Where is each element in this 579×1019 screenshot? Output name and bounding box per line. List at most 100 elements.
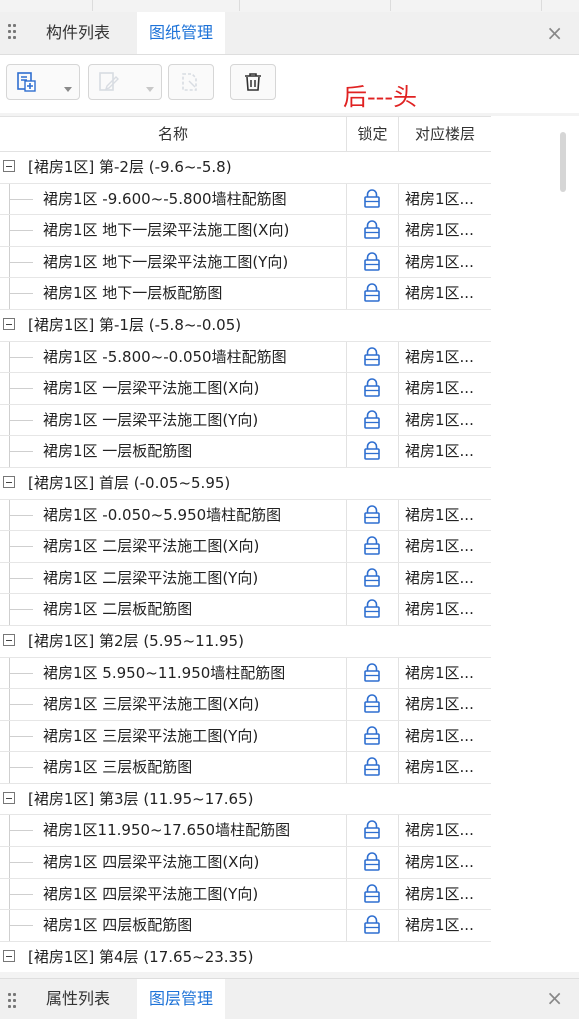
floor-cell[interactable]: 裙房1区... <box>405 531 474 561</box>
floor-cell[interactable]: 裙房1区... <box>405 689 474 719</box>
floor-cell[interactable]: 裙房1区... <box>405 405 474 435</box>
floor-cell[interactable]: 裙房1区... <box>405 847 474 877</box>
lock-icon[interactable] <box>346 247 398 277</box>
drawing-name: 裙房1区 三层梁平法施工图(Y向) <box>43 726 259 745</box>
floor-cell[interactable]: 裙房1区... <box>405 247 474 277</box>
table-header: 名称 锁定 对应楼层 <box>0 116 491 152</box>
group-row[interactable]: [裙房1区] 第2层 (5.95~11.95) <box>0 626 491 658</box>
drawing-name: 裙房1区 地下一层板配筋图 <box>43 284 223 303</box>
drag-grip-icon[interactable] <box>8 24 16 42</box>
group-row[interactable]: [裙房1区] 第-2层 (-9.6~-5.8) <box>0 152 491 184</box>
floor-cell[interactable]: 裙房1区... <box>405 342 474 372</box>
chevron-down-icon[interactable] <box>64 87 72 92</box>
lock-icon[interactable] <box>346 215 398 245</box>
add-drawing-button[interactable] <box>6 64 80 100</box>
lock-icon[interactable] <box>346 658 398 688</box>
lock-icon[interactable] <box>346 563 398 593</box>
floor-cell[interactable]: 裙房1区... <box>405 373 474 403</box>
lock-icon[interactable] <box>346 879 398 909</box>
floor-cell[interactable]: 裙房1区... <box>405 752 474 782</box>
vertical-scrollbar[interactable] <box>560 132 566 192</box>
table-row[interactable]: 裙房1区 地下一层梁平法施工图(Y向) 裙房1区... <box>0 246 491 279</box>
lock-icon[interactable] <box>346 405 398 435</box>
edit-drawing-button[interactable] <box>88 64 162 100</box>
table-row[interactable]: 裙房1区 三层梁平法施工图(Y向) 裙房1区... <box>0 720 491 753</box>
lock-icon[interactable] <box>346 815 398 845</box>
collapse-toggle-icon[interactable] <box>3 949 15 962</box>
tab-component-list[interactable]: 构件列表 <box>34 12 122 54</box>
table-row[interactable]: 裙房1区 5.950~11.950墙柱配筋图 裙房1区... <box>0 657 491 690</box>
floor-cell[interactable]: 裙房1区... <box>405 910 474 940</box>
delete-button[interactable] <box>230 64 276 100</box>
close-panel-icon[interactable]: × <box>546 20 563 46</box>
lock-icon[interactable] <box>346 910 398 940</box>
floor-cell[interactable]: 裙房1区... <box>405 879 474 909</box>
table-row[interactable]: 裙房1区 三层板配筋图 裙房1区... <box>0 752 491 784</box>
collapse-toggle-icon[interactable] <box>3 791 15 804</box>
collapse-toggle-icon[interactable] <box>3 633 15 646</box>
group-row[interactable]: [裙房1区] 第-1层 (-5.8~-0.05) <box>0 310 491 342</box>
lock-icon[interactable] <box>346 689 398 719</box>
drawing-name: 裙房1区 5.950~11.950墙柱配筋图 <box>43 663 286 682</box>
table-row[interactable]: 裙房1区 -9.600~-5.800墙柱配筋图 裙房1区... <box>0 183 491 216</box>
drag-grip-icon[interactable] <box>8 993 16 1011</box>
floor-cell[interactable]: 裙房1区... <box>405 815 474 845</box>
tab-property-list[interactable]: 属性列表 <box>34 979 122 1019</box>
drawing-name: 裙房1区 二层梁平法施工图(X向) <box>43 537 260 556</box>
lock-icon[interactable] <box>346 594 398 624</box>
chevron-down-icon[interactable] <box>146 87 154 92</box>
table-row[interactable]: 裙房1区 一层梁平法施工图(Y向) 裙房1区... <box>0 404 491 437</box>
lock-icon[interactable] <box>346 752 398 782</box>
table-row[interactable]: 裙房1区 -5.800~-0.050墙柱配筋图 裙房1区... <box>0 341 491 374</box>
group-row[interactable]: [裙房1区] 首层 (-0.05~5.95) <box>0 468 491 500</box>
column-header-lock[interactable]: 锁定 <box>347 117 398 151</box>
lock-icon[interactable] <box>346 342 398 372</box>
table-row[interactable]: 裙房1区 四层梁平法施工图(X向) 裙房1区... <box>0 847 491 879</box>
lock-icon[interactable] <box>346 531 398 561</box>
table-row[interactable]: 裙房1区 地下一层梁平法施工图(X向) 裙房1区... <box>0 215 491 247</box>
group-row[interactable]: [裙房1区] 第4层 (17.65~23.35) <box>0 942 491 974</box>
strip-segment <box>240 0 391 11</box>
floor-cell[interactable]: 裙房1区... <box>405 594 474 624</box>
lock-icon[interactable] <box>346 184 398 214</box>
floor-cell[interactable]: 裙房1区... <box>405 215 474 245</box>
floor-cell[interactable]: 裙房1区... <box>405 658 474 688</box>
close-panel-icon[interactable]: × <box>546 985 563 1011</box>
table-row[interactable]: 裙房1区 地下一层板配筋图 裙房1区... <box>0 278 491 310</box>
table-row[interactable]: 裙房1区 四层梁平法施工图(Y向) 裙房1区... <box>0 878 491 911</box>
collapse-toggle-icon[interactable] <box>3 317 15 330</box>
floor-cell[interactable]: 裙房1区... <box>405 721 474 751</box>
floor-cell[interactable]: 裙房1区... <box>405 278 474 308</box>
lock-icon[interactable] <box>346 500 398 530</box>
table-row[interactable]: 裙房1区 二层板配筋图 裙房1区... <box>0 594 491 626</box>
table-row[interactable]: 裙房1区 -0.050~5.950墙柱配筋图 裙房1区... <box>0 499 491 532</box>
table-row[interactable]: 裙房1区11.950~17.650墙柱配筋图 裙房1区... <box>0 815 491 848</box>
table-row[interactable]: 裙房1区 一层板配筋图 裙房1区... <box>0 436 491 468</box>
group-row[interactable]: [裙房1区] 第3层 (11.95~17.65) <box>0 784 491 816</box>
column-header-name[interactable]: 名称 <box>0 117 346 151</box>
tab-drawing-management[interactable]: 图纸管理 <box>137 12 226 54</box>
floor-cell[interactable]: 裙房1区... <box>405 500 474 530</box>
drawing-name: 裙房1区 二层梁平法施工图(Y向) <box>43 568 259 587</box>
collapse-toggle-icon[interactable] <box>3 160 15 172</box>
table-row[interactable]: 裙房1区 二层梁平法施工图(X向) 裙房1区... <box>0 531 491 563</box>
collapse-toggle-icon[interactable] <box>3 475 15 488</box>
table-row[interactable]: 裙房1区 三层梁平法施工图(X向) 裙房1区... <box>0 689 491 721</box>
floor-cell[interactable]: 裙房1区... <box>405 563 474 593</box>
column-header-floor[interactable]: 对应楼层 <box>399 117 491 151</box>
table-row[interactable]: 裙房1区 四层板配筋图 裙房1区... <box>0 910 491 942</box>
lock-icon[interactable] <box>346 373 398 403</box>
floor-cell[interactable]: 裙房1区... <box>405 436 474 466</box>
split-drawing-button[interactable] <box>168 64 214 100</box>
top-strip <box>0 0 579 12</box>
lock-icon[interactable] <box>346 278 398 308</box>
group-label: [裙房1区] 首层 (-0.05~5.95) <box>28 473 231 492</box>
table-row[interactable]: 裙房1区 二层梁平法施工图(Y向) 裙房1区... <box>0 562 491 595</box>
floor-cell[interactable]: 裙房1区... <box>405 184 474 214</box>
lock-icon[interactable] <box>346 436 398 466</box>
lock-icon[interactable] <box>346 847 398 877</box>
table-row[interactable]: 裙房1区 一层梁平法施工图(X向) 裙房1区... <box>0 373 491 405</box>
lock-icon[interactable] <box>346 721 398 751</box>
tab-layer-management[interactable]: 图层管理 <box>137 979 226 1019</box>
group-label: [裙房1区] 第-1层 (-5.8~-0.05) <box>28 315 242 334</box>
